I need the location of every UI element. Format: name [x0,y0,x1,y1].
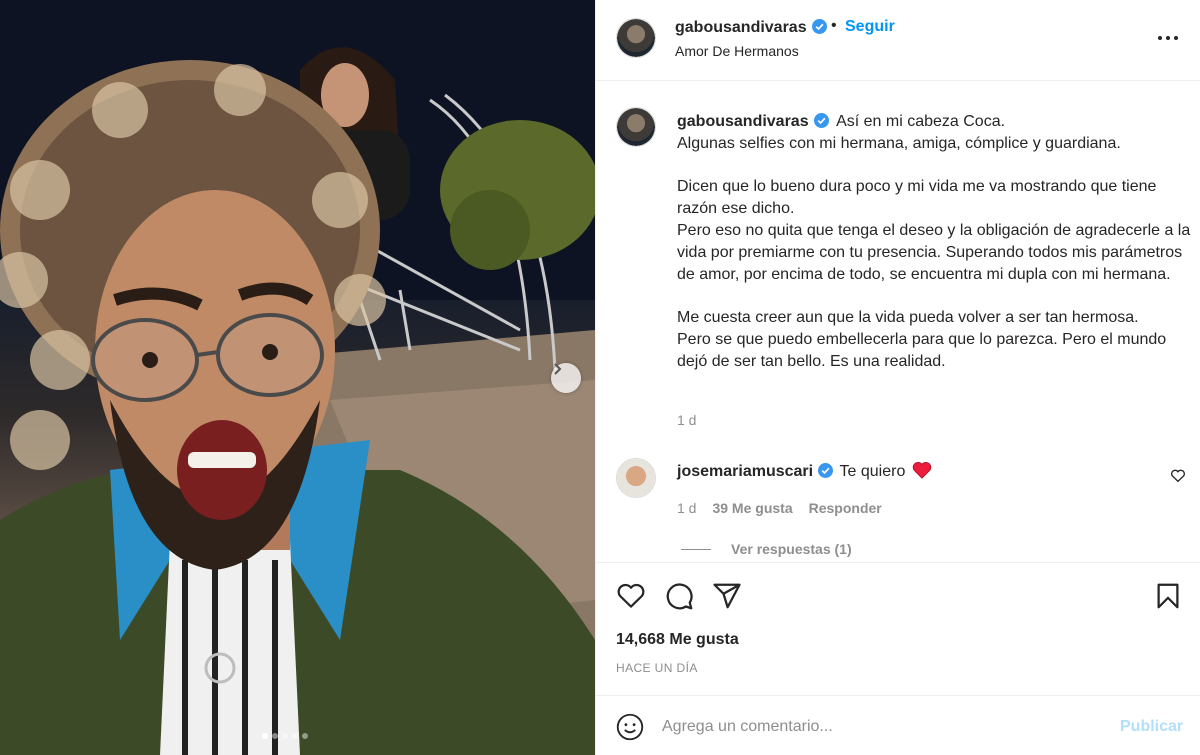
caption-body: Algunas selfies con mi hermana, amiga, c… [677,134,1191,370]
comment-like-heart-icon[interactable] [1170,468,1186,484]
comment-meta: 1 d 39 Me gusta Responder [677,500,882,516]
comment-bubble-icon[interactable] [664,581,694,611]
publish-button[interactable]: Publicar [1120,718,1183,736]
comment-timestamp[interactable]: 1 d [677,500,696,516]
caption-username[interactable]: gabousandivaras [677,113,809,130]
replies-divider [681,548,711,550]
follow-button[interactable]: Seguir [845,18,895,36]
verified-badge-icon [818,463,834,478]
comment-text: Te quiero [839,463,906,480]
carousel-dot [292,733,298,739]
reply-button[interactable]: Responder [809,500,882,516]
comment-input[interactable] [662,712,1102,742]
share-paper-plane-icon[interactable] [712,581,742,611]
add-comment-bar: Publicar [596,695,1200,755]
author-username[interactable]: gabousandivaras [675,19,807,36]
post-subtitle[interactable]: Amor De Hermanos [675,43,799,59]
like-heart-icon[interactable] [616,581,646,611]
avatar[interactable] [616,18,656,58]
carousel-dot [272,733,278,739]
carousel-indicator [262,733,308,739]
chevron-right-icon [554,363,562,375]
post-actions: 14,668 Me gusta HACE UN DÍA [596,562,1200,692]
emoji-icon[interactable] [616,713,644,741]
carousel-dot [302,733,308,739]
likes-count[interactable]: 14,668 Me gusta [616,631,739,649]
carousel-dot [282,733,288,739]
view-replies-button[interactable]: Ver respuestas (1) [681,541,852,557]
caption-first-line: Así en mi cabeza Coca. [836,113,1006,130]
comment-likes[interactable]: 39 Me gusta [712,500,792,516]
save-bookmark-icon[interactable] [1153,581,1183,611]
post-header: gabousandivaras • Seguir Amor De Hermano… [596,0,1200,81]
carousel-dot [262,733,268,739]
more-options-button[interactable] [1153,26,1183,50]
carousel-next-button[interactable] [551,363,581,393]
verified-badge-icon [811,19,827,34]
view-replies-label: Ver respuestas (1) [731,541,852,557]
avatar[interactable] [616,107,656,147]
separator-dot: • [831,17,837,34]
verified-badge-icon [813,113,829,128]
comment-username[interactable]: josemariamuscari [677,463,813,480]
caption-text: gabousandivaras Así en mi cabeza Coca. A… [677,111,1192,373]
red-heart-emoji-icon [912,462,932,479]
post-photo[interactable] [0,0,595,755]
post-side-panel: gabousandivaras • Seguir Amor De Hermano… [595,0,1200,755]
post-date[interactable]: HACE UN DÍA [616,661,698,675]
caption-timestamp[interactable]: 1 d [677,412,696,428]
selfie-image [0,0,595,755]
comment: josemariamuscari Te quiero [677,461,932,481]
more-horizontal-icon [1158,36,1178,40]
avatar[interactable] [616,458,656,498]
